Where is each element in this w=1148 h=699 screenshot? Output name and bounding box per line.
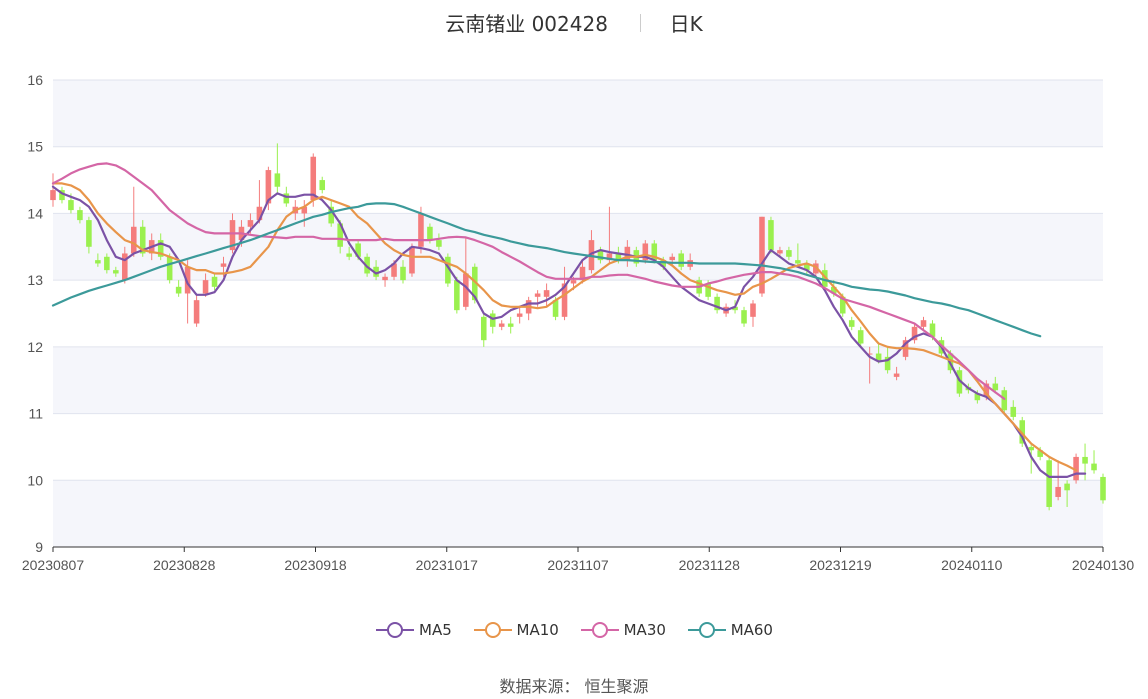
y-tick-label: 13 (27, 272, 43, 288)
x-tick-label: 20231219 (809, 557, 872, 573)
y-tick-label: 14 (27, 205, 43, 221)
plot-band (53, 213, 1103, 281)
y-tick-label: 11 (28, 406, 43, 422)
legend-item-ma30[interactable]: MA30 (580, 621, 666, 639)
x-tick-label: 20231107 (547, 557, 608, 573)
candle-body (130, 226, 137, 254)
candle-body (516, 313, 523, 317)
candle-body (920, 320, 927, 327)
candle-body (570, 280, 577, 284)
candle-body (175, 286, 182, 294)
candlestick-chart: 9 10 11 12 13 14 15 16 20230807 20230828 20230918… (22, 72, 1135, 573)
candle-body (1055, 486, 1061, 497)
legend-label-ma5: MA5 (419, 620, 452, 639)
candle-body (480, 316, 487, 341)
y-tick-label: 15 (27, 139, 43, 155)
candle-body (1010, 406, 1017, 417)
candle-body (247, 220, 254, 227)
candle-body (768, 220, 774, 251)
candle-body (220, 263, 227, 267)
candle-body (750, 303, 756, 317)
candle-body (454, 280, 460, 311)
candle-body (795, 260, 801, 264)
grid-lines (53, 79, 1103, 548)
ma-lines (51, 162, 1087, 478)
x-tick-label: 20240130 (1072, 557, 1135, 573)
y-tick-label: 10 (27, 472, 43, 488)
candle-body (274, 173, 281, 187)
candles (50, 143, 1106, 511)
candle-body (193, 300, 200, 324)
candle-body (113, 270, 119, 274)
candle-body (893, 373, 900, 377)
candle-body (418, 213, 424, 247)
candle-body (992, 383, 999, 391)
candle-body (382, 276, 388, 281)
candle-body (86, 220, 92, 247)
candle-body (875, 353, 882, 361)
candle-body (543, 290, 550, 297)
candle-body (1100, 476, 1106, 501)
candle-body (68, 200, 74, 211)
x-tick-label: 20230807 (22, 557, 85, 573)
x-tick-label: 20230828 (153, 557, 216, 573)
plot-band (53, 480, 1103, 547)
legend: MA5 MA10 MA30 MA60 (0, 620, 1148, 639)
candle-body (95, 260, 101, 264)
legend-marker-ma5 (376, 622, 414, 638)
candle-body (678, 253, 684, 267)
candle-body (777, 250, 783, 254)
data-source: 数据来源： 恒生聚源 (499, 677, 649, 696)
x-tick-label: 20231128 (679, 557, 740, 573)
x-tick-label: 20230918 (284, 557, 347, 573)
y-tick-label: 16 (27, 72, 43, 88)
candle-body (1091, 463, 1097, 471)
candle-body (507, 323, 514, 327)
candle-body (857, 330, 864, 344)
candle-body (534, 293, 541, 297)
x-tick-label: 20231017 (416, 557, 479, 573)
candle-body (50, 190, 56, 201)
legend-label-ma10: MA10 (516, 620, 559, 639)
candle-body (786, 250, 792, 257)
y-tick-label: 9 (35, 539, 43, 555)
candle-body (1064, 483, 1070, 491)
candle-body (166, 256, 173, 281)
candle-body (104, 256, 110, 271)
legend-item-ma5[interactable]: MA5 (375, 621, 452, 639)
legend-label-ma60: MA60 (730, 620, 773, 639)
candle-body (1046, 460, 1052, 507)
plot-bands (53, 80, 1103, 547)
plot-band (53, 346, 1103, 414)
legend-item-ma10[interactable]: MA10 (473, 621, 559, 639)
candle-body (310, 156, 317, 201)
candle-body (498, 323, 505, 327)
legend-marker-ma30 (580, 622, 619, 638)
candle-body (1082, 456, 1088, 464)
candle-body (409, 246, 415, 274)
candle-body (400, 266, 406, 281)
candle-body (669, 256, 676, 261)
x-tick-label: 20240110 (941, 557, 1002, 573)
candle-body (211, 276, 218, 287)
plot-band (53, 80, 1103, 147)
legend-label-ma30: MA30 (623, 620, 666, 639)
legend-marker-ma60 (687, 622, 726, 638)
legend-marker-ma10 (473, 622, 512, 638)
candle-body (436, 240, 442, 247)
candle-body (848, 320, 855, 327)
legend-item-ma60[interactable]: MA60 (687, 621, 773, 639)
candle-body (1028, 446, 1034, 451)
candle-body (202, 280, 209, 294)
x-axis: 20230807 20230828 20230918 20231017 20231107… (22, 546, 1135, 573)
y-axis: 9 10 11 12 13 14 15 16 (27, 72, 43, 555)
candle-body (489, 313, 496, 327)
y-tick-label: 12 (27, 339, 43, 355)
candle-body (346, 253, 352, 257)
candle-body (319, 180, 326, 191)
candle-body (427, 226, 433, 241)
candle-body (1001, 390, 1008, 411)
candle-body (741, 310, 747, 324)
candle-body (77, 210, 83, 221)
